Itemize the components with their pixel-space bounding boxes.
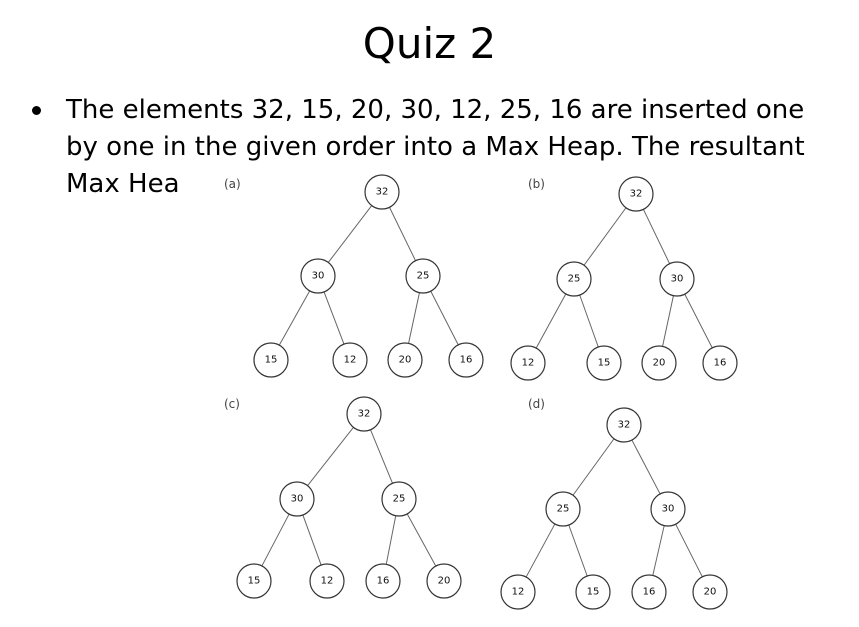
node-value: 20 xyxy=(653,358,666,369)
heap-edge xyxy=(662,295,674,347)
option-label: (b) xyxy=(528,177,545,191)
heap-edge xyxy=(631,439,661,495)
node-value: 16 xyxy=(460,355,473,366)
node-value: 20 xyxy=(399,355,412,366)
node-value: 15 xyxy=(587,587,600,598)
heap-edge xyxy=(261,513,290,567)
heap-option-c: (c) 32 30 25 15 12 16 20 xyxy=(224,396,462,599)
heap-node: 30 xyxy=(659,261,695,297)
heap-edge xyxy=(302,514,322,566)
heap-node: 15 xyxy=(575,574,611,610)
node-value: 20 xyxy=(704,587,717,598)
heap-node: 16 xyxy=(631,574,667,610)
node-value: 25 xyxy=(568,274,581,285)
node-value: 32 xyxy=(358,409,371,420)
heap-edge xyxy=(278,290,311,346)
heap-edge xyxy=(535,293,567,349)
heap-edge xyxy=(430,290,459,346)
heap-node: 12 xyxy=(500,574,536,610)
node-value: 30 xyxy=(671,274,684,285)
heap-node: 25 xyxy=(545,491,581,527)
heap-node: 12 xyxy=(332,342,368,378)
heap-node: 32 xyxy=(606,407,642,443)
option-label: (a) xyxy=(224,177,241,191)
heap-edge xyxy=(385,515,397,565)
node-value: 15 xyxy=(265,355,278,366)
bullet-dot-icon xyxy=(32,106,41,115)
heap-option-d: (d) 32 25 30 12 15 16 20 xyxy=(500,397,728,610)
node-value: 16 xyxy=(714,358,727,369)
heap-edge xyxy=(525,523,556,578)
node-value: 32 xyxy=(630,189,643,200)
heap-edge xyxy=(642,209,671,264)
heap-node: 32 xyxy=(364,174,400,210)
heap-node: 20 xyxy=(641,345,677,381)
node-value: 15 xyxy=(598,358,611,369)
heap-edge xyxy=(684,293,713,349)
node-value: 15 xyxy=(248,576,261,587)
heap-node: 15 xyxy=(236,563,272,599)
heap-edge xyxy=(572,438,615,496)
heap-edge xyxy=(327,205,373,263)
heap-edge xyxy=(652,525,665,576)
node-value: 25 xyxy=(417,271,430,282)
heap-option-a: (a) 32 30 25 15 12 20 16 xyxy=(224,174,484,378)
heap-edge xyxy=(568,524,588,577)
heap-options-figure: (a) 32 30 25 15 12 20 16 (b) 32 25 30 12 15 20 16 (c) 32 3… xyxy=(180,170,795,627)
heap-edge xyxy=(370,429,393,484)
node-value: 12 xyxy=(522,358,535,369)
heap-node: 32 xyxy=(346,396,382,432)
heap-edge xyxy=(583,207,627,266)
heap-node: 12 xyxy=(309,563,345,599)
heap-edge xyxy=(389,207,416,261)
heap-option-b: (b) 32 25 30 12 15 20 16 xyxy=(510,176,738,381)
heap-node: 15 xyxy=(253,342,289,378)
heap-node: 12 xyxy=(510,345,546,381)
heap-node: 30 xyxy=(279,481,315,517)
heap-node: 20 xyxy=(692,574,728,610)
node-value: 12 xyxy=(512,587,525,598)
heap-node: 30 xyxy=(650,491,686,527)
node-value: 30 xyxy=(291,494,304,505)
option-label: (c) xyxy=(224,397,240,411)
heap-node: 25 xyxy=(556,261,592,297)
heap-node: 25 xyxy=(381,481,417,517)
heap-node: 16 xyxy=(365,563,401,599)
node-value: 12 xyxy=(344,355,357,366)
slide-title: Quiz 2 xyxy=(362,19,497,68)
heap-node: 25 xyxy=(405,258,441,294)
node-value: 16 xyxy=(643,587,656,598)
node-value: 32 xyxy=(618,420,631,431)
heap-node: 20 xyxy=(387,342,423,378)
heap-edge xyxy=(323,291,345,345)
heap-node: 20 xyxy=(426,563,462,599)
node-value: 20 xyxy=(438,576,451,587)
node-value: 25 xyxy=(393,494,406,505)
node-value: 12 xyxy=(321,576,334,587)
node-value: 30 xyxy=(312,271,325,282)
heap-options-svg: (a) 32 30 25 15 12 20 16 (b) 32 25 30 12 15 20 16 (c) 32 3… xyxy=(224,174,738,610)
heap-node: 16 xyxy=(448,342,484,378)
heap-edge xyxy=(406,513,437,567)
node-value: 25 xyxy=(557,504,570,515)
heap-node: 30 xyxy=(300,258,336,294)
node-value: 30 xyxy=(662,504,675,515)
heap-edge xyxy=(307,427,354,486)
heap-edge xyxy=(408,292,420,344)
heap-edge xyxy=(675,523,703,578)
heap-node: 15 xyxy=(586,345,622,381)
heap-edge xyxy=(579,294,599,348)
heap-node: 16 xyxy=(702,345,738,381)
option-label: (d) xyxy=(528,397,545,411)
heap-node: 32 xyxy=(618,176,654,212)
node-value: 16 xyxy=(377,576,390,587)
node-value: 32 xyxy=(376,187,389,198)
